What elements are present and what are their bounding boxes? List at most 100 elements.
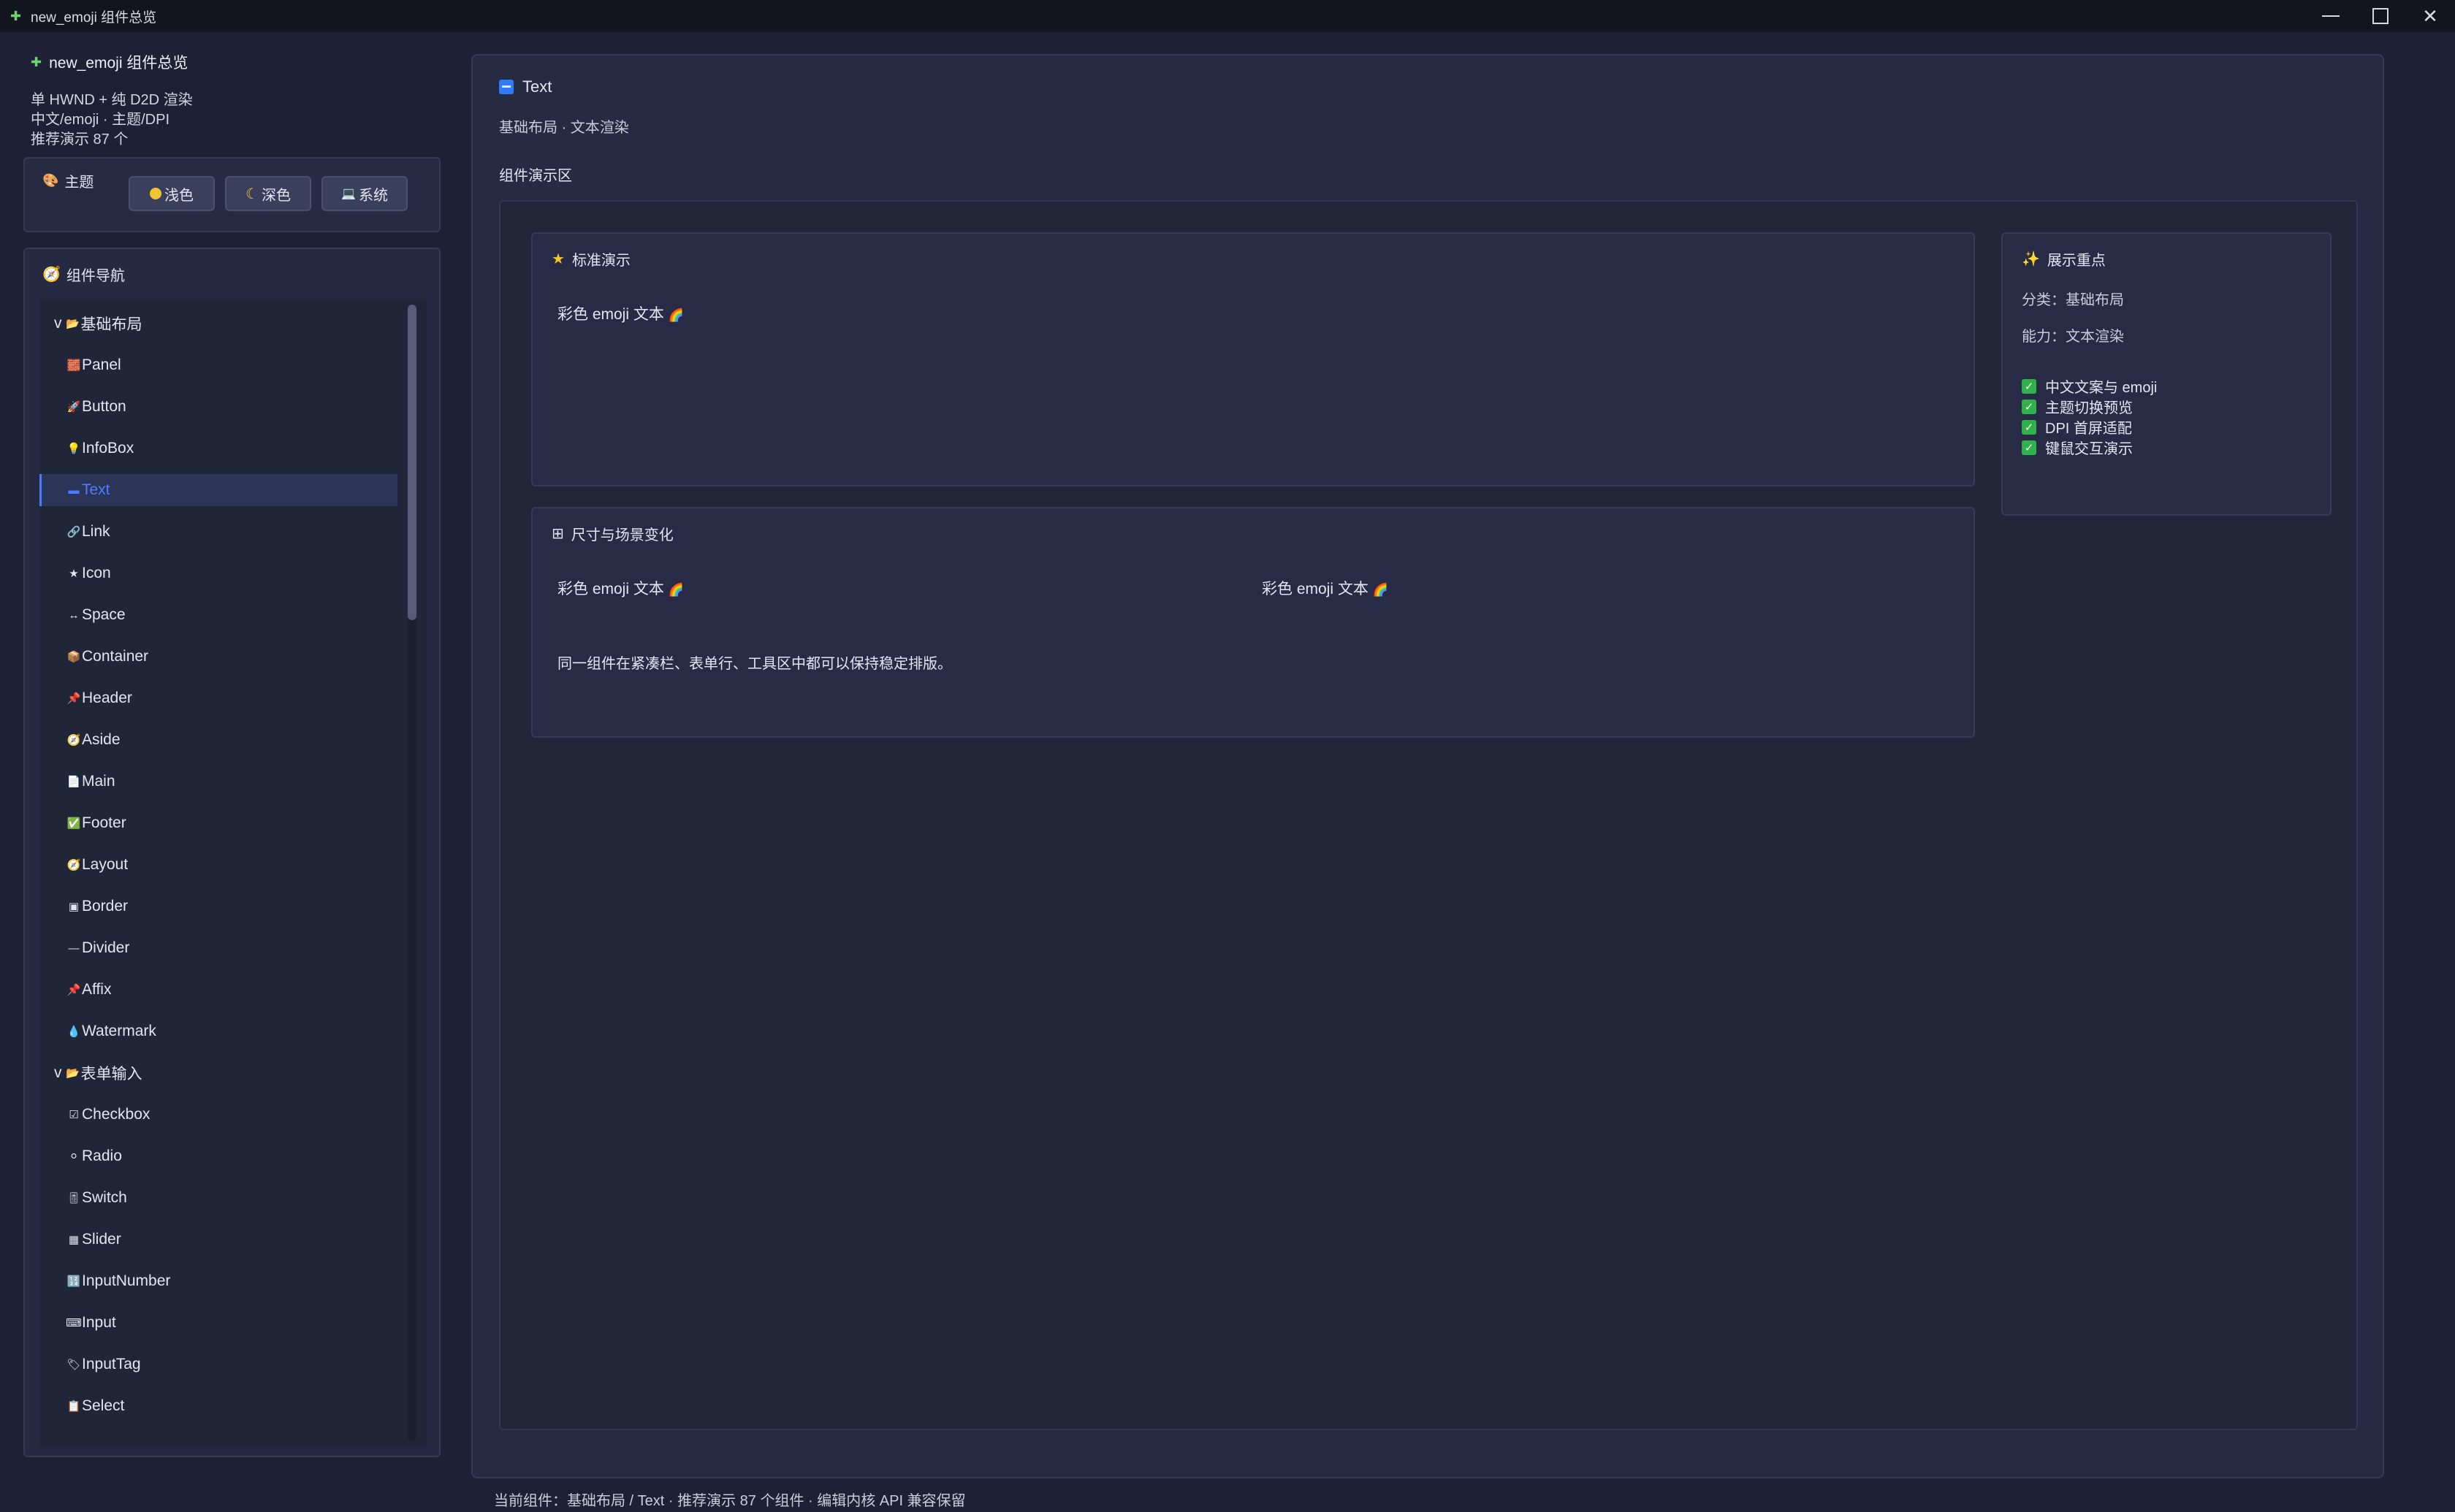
emoji-text-wide-label: 彩色 emoji 文本	[1262, 581, 1369, 597]
nav-item-label: Icon	[82, 565, 111, 581]
nav-item-input[interactable]: ⌨ Input	[39, 1307, 397, 1339]
nav-item-icon: 💧	[66, 1026, 81, 1038]
theme-system-label: 系统	[358, 187, 388, 204]
nav-item-label: Border	[82, 898, 129, 915]
emoji-text-compact-label: 彩色 emoji 文本	[557, 581, 664, 597]
nav-item-link[interactable]: 🔗 Link	[39, 516, 397, 548]
nav-item-inputtag[interactable]: 🏷 InputTag	[39, 1348, 397, 1381]
nav-item-main[interactable]: 📄 Main	[39, 765, 397, 798]
nav-item-footer[interactable]: ✅ Footer	[39, 807, 397, 839]
close-button[interactable]: ✕	[2405, 0, 2455, 32]
nav-item-label: InputTag	[82, 1356, 141, 1372]
nav-panel: 🧭 组件导航 📋 Select 🏷 InputTag ⌨ Input 🔢 InputNumbe…	[23, 248, 441, 1457]
chevron-down-icon: v	[54, 1064, 62, 1081]
nav-item-label: Aside	[82, 731, 121, 748]
nav-item-divider[interactable]: — Divider	[39, 932, 397, 964]
focus-category: 分类：基础布局	[2022, 292, 2124, 308]
app-title: ✚ new_emoji 组件总览	[31, 51, 188, 73]
nav-item-icon: 📦	[66, 651, 81, 663]
nav-item-icon: ▦	[68, 1234, 80, 1246]
nav-item-affix[interactable]: 📌 Affix	[39, 974, 397, 1006]
nav-item-text[interactable]: ▬ Text	[39, 474, 397, 506]
nav-item-label: Switch	[82, 1189, 127, 1206]
app-header: ✚ new_emoji 组件总览	[31, 51, 188, 73]
nav-item-checkbox[interactable]: ☑ Checkbox	[39, 1099, 397, 1131]
title-bar: ✚ new_emoji 组件总览 ✕	[0, 0, 2455, 32]
theme-dark-label: 深色	[261, 187, 291, 204]
nav-group[interactable]: v 📂 表单输入	[39, 1057, 397, 1089]
nav-item-icon: ↔	[68, 608, 80, 622]
minimize-icon	[2322, 15, 2340, 17]
info-line-features: 中文/emoji · 主题/DPI	[31, 112, 170, 128]
standard-demo-card: ★ 标准演示 彩色 emoji 文本 🌈	[531, 232, 1975, 486]
nav-item-icon: ▣	[68, 901, 80, 913]
window-controls: ✕	[2306, 0, 2455, 32]
nav-item-panel[interactable]: 🧱 Panel	[39, 349, 397, 381]
nav-item-label: Radio	[82, 1148, 122, 1164]
standard-demo-title: ★ 标准演示	[552, 248, 631, 270]
nav-scrollbar[interactable]	[408, 305, 416, 1441]
nav-item-label: Layout	[82, 856, 129, 873]
nav-item-icon[interactable]: ★ Icon	[39, 557, 397, 589]
nav-item-icon: 🏷	[66, 1359, 81, 1371]
focus-check-label: 主题切换预览	[2045, 400, 2133, 416]
nav-label-text: 组件导航	[66, 268, 125, 284]
nav-item-label: Slider	[82, 1231, 121, 1248]
focus-check-label: 中文文案与 emoji	[2045, 380, 2158, 396]
nav-item-label: Checkbox	[82, 1106, 151, 1123]
nav-item-infobox[interactable]: 💡 InfoBox	[39, 432, 397, 465]
nav-item-aside[interactable]: 🧭 Aside	[39, 724, 397, 756]
nav-scrollbar-thumb[interactable]	[408, 305, 416, 620]
theme-dark-button[interactable]: ☾ 深色	[225, 176, 311, 211]
nav-item-button[interactable]: 🚀 Button	[39, 391, 397, 423]
nav-tree[interactable]: 📋 Select 🏷 InputTag ⌨ Input 🔢 InputNumber ▦ Slide…	[39, 299, 427, 1447]
emoji-text-wide: 彩色 emoji 文本 🌈	[1262, 577, 1388, 599]
nav-label: 🧭 组件导航	[42, 264, 125, 285]
focus-capability: 能力：文本渲染	[2022, 329, 2124, 345]
nav-item-label: Divider	[82, 939, 130, 956]
nav-item-label: InputNumber	[82, 1272, 171, 1289]
nav-item-icon: 📋	[66, 1400, 81, 1413]
focus-card: ✨ 展示重点 分类：基础布局 能力：文本渲染 ✓ 中文文案与 emoji ✓ 主…	[2001, 232, 2332, 516]
close-icon: ✕	[2422, 4, 2438, 27]
nav-item-icon: ▬	[68, 484, 80, 497]
nav-item-layout[interactable]: 🧭 Layout	[39, 849, 397, 881]
minimize-button[interactable]	[2306, 0, 2356, 32]
nav-group[interactable]: v 📂 基础布局	[39, 308, 397, 340]
nav-item-icon: ☑	[69, 1109, 79, 1121]
focus-title-text: 展示重点	[2047, 253, 2106, 269]
star-icon: ★	[552, 251, 565, 267]
rainbow-icon: 🌈	[668, 583, 685, 597]
nav-item-watermark[interactable]: 💧 Watermark	[39, 1015, 397, 1047]
check-icon: ✓	[2022, 399, 2036, 414]
nav-item-switch[interactable]: 🎚 Switch	[39, 1182, 397, 1214]
maximize-button[interactable]	[2356, 0, 2405, 32]
nav-item-icon: 🧱	[66, 359, 81, 372]
folder-icon: 📂	[66, 1067, 80, 1080]
nav-item-icon: ✅	[66, 817, 81, 830]
emoji-text-sample: 彩色 emoji 文本 🌈	[557, 302, 684, 324]
maximize-icon	[2372, 8, 2389, 24]
nav-item-inputnumber[interactable]: 🔢 InputNumber	[39, 1265, 397, 1297]
status-bar: 当前组件：基础布局 / Text · 推荐演示 87 个组件 · 编辑内核 AP…	[494, 1493, 966, 1509]
nav-item-container[interactable]: 📦 Container	[39, 641, 397, 673]
puzzle-icon: ✚	[10, 8, 22, 23]
nav-item-border[interactable]: ▣ Border	[39, 890, 397, 923]
nav-item-label: Space	[82, 606, 126, 623]
nav-item-header[interactable]: 📌 Header	[39, 682, 397, 714]
nav-item-space[interactable]: ↔ Space	[39, 599, 397, 631]
chevron-down-icon: v	[54, 315, 62, 332]
nav-item-label: Link	[82, 523, 110, 540]
puzzle-icon: ✚	[31, 54, 42, 69]
focus-check-label: 键鼠交互演示	[2045, 441, 2133, 457]
nav-item-icon: 💡	[66, 443, 81, 455]
nav-item-label: Footer	[82, 814, 126, 831]
nav-item-label: Affix	[82, 981, 112, 998]
nav-item-label: Button	[82, 398, 126, 415]
nav-item-radio[interactable]: ⚪ Radio	[39, 1140, 397, 1172]
focus-check-item: ✓ 键鼠交互演示	[2022, 437, 2133, 458]
nav-item-select[interactable]: 📋 Select	[39, 1390, 397, 1422]
theme-light-button[interactable]: 浅色	[129, 176, 215, 211]
theme-system-button[interactable]: 💻 系统	[321, 176, 408, 211]
nav-item-slider[interactable]: ▦ Slider	[39, 1223, 397, 1256]
